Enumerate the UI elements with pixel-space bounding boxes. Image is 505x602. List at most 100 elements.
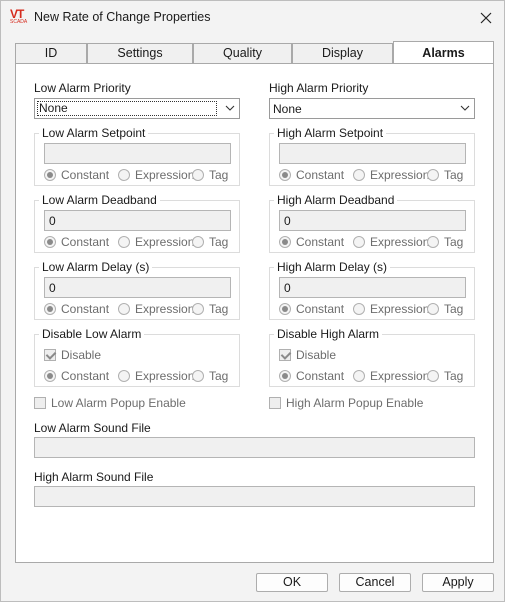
constant-radio[interactable] <box>44 370 56 382</box>
constant-radio-label: Constant <box>296 168 345 182</box>
high-alarm-setpoint-title: High Alarm Setpoint <box>274 126 387 140</box>
ok-button[interactable]: OK <box>256 573 328 592</box>
low-alarm-priority-select[interactable]: None <box>34 98 240 119</box>
constant-radio-label: Constant <box>61 235 110 249</box>
tag-radio-label: Tag <box>209 369 229 383</box>
disable-high-alarm-title: Disable High Alarm <box>274 327 383 341</box>
tab-display[interactable]: Display <box>292 43 393 64</box>
low-alarm-deadband-title: Low Alarm Deadband <box>39 193 160 207</box>
tag-radio[interactable] <box>427 303 439 315</box>
expression-radio[interactable] <box>118 236 130 248</box>
low-alarm-sound-file-label: Low Alarm Sound File <box>34 421 151 435</box>
tab-strip: ID Settings Quality Display Alarms <box>15 41 494 64</box>
disable-low-alarm-source: Constant Expression Tag <box>44 369 234 384</box>
chevron-down-icon <box>460 105 470 111</box>
expression-radio[interactable] <box>353 169 365 181</box>
high-alarm-setpoint-group: High Alarm Setpoint Constant Expression … <box>269 126 475 186</box>
high-alarm-setpoint-source: Constant Expression Tag <box>279 168 469 183</box>
constant-radio[interactable] <box>279 236 291 248</box>
tag-radio-label: Tag <box>444 168 464 182</box>
high-alarm-deadband-input[interactable]: 0 <box>279 210 466 231</box>
tab-id[interactable]: ID <box>15 43 87 64</box>
disable-high-alarm-group: Disable High Alarm Disable Constant Expr… <box>269 327 475 387</box>
constant-radio[interactable] <box>279 169 291 181</box>
constant-radio-label: Constant <box>296 369 345 383</box>
disable-low-alarm-title: Disable Low Alarm <box>39 327 145 341</box>
expression-radio-label: Expression <box>370 168 430 182</box>
low-alarm-sound-file-input[interactable] <box>34 437 475 458</box>
expression-radio[interactable] <box>353 236 365 248</box>
high-alarm-delay-source: Constant Expression Tag <box>279 302 469 317</box>
expression-radio-label: Expression <box>135 235 195 249</box>
high-alarm-priority-label: High Alarm Priority <box>269 81 369 95</box>
tag-radio-label: Tag <box>209 302 229 316</box>
tab-settings[interactable]: Settings <box>87 43 193 64</box>
high-alarm-deadband-title: High Alarm Deadband <box>274 193 398 207</box>
expression-radio[interactable] <box>118 370 130 382</box>
close-button[interactable] <box>475 7 497 29</box>
low-alarm-deadband-input[interactable]: 0 <box>44 210 231 231</box>
alarms-panel: Low Alarm Priority None High Alarm Prior… <box>15 63 494 563</box>
tag-radio-label: Tag <box>444 235 464 249</box>
high-alarm-sound-file-input[interactable] <box>34 486 475 507</box>
low-alarm-delay-input[interactable]: 0 <box>44 277 231 298</box>
constant-radio[interactable] <box>44 303 56 315</box>
expression-radio-label: Expression <box>370 235 430 249</box>
high-alarm-popup-checkbox[interactable] <box>269 397 281 409</box>
high-alarm-deadband-group: High Alarm Deadband 0 Constant Expressio… <box>269 193 475 253</box>
high-alarm-setpoint-input[interactable] <box>279 143 466 164</box>
tag-radio-label: Tag <box>209 235 229 249</box>
expression-radio-label: Expression <box>135 168 195 182</box>
low-alarm-setpoint-title: Low Alarm Setpoint <box>39 126 149 140</box>
low-alarm-deadband-source: Constant Expression Tag <box>44 235 234 250</box>
cancel-button[interactable]: Cancel <box>339 573 411 592</box>
disable-high-alarm-source: Constant Expression Tag <box>279 369 469 384</box>
close-icon <box>480 12 492 24</box>
apply-button[interactable]: Apply <box>422 573 494 592</box>
window-title: New Rate of Change Properties <box>34 10 211 24</box>
disable-low-alarm-group: Disable Low Alarm Disable Constant Expre… <box>34 327 240 387</box>
tag-radio[interactable] <box>192 370 204 382</box>
low-alarm-priority-label: Low Alarm Priority <box>34 81 131 95</box>
disable-low-alarm-checkbox[interactable] <box>44 349 56 361</box>
constant-radio[interactable] <box>44 236 56 248</box>
tag-radio[interactable] <box>192 303 204 315</box>
expression-radio[interactable] <box>118 169 130 181</box>
tab-alarms[interactable]: Alarms <box>393 41 494 64</box>
tag-radio-label: Tag <box>209 168 229 182</box>
high-alarm-popup-label: High Alarm Popup Enable <box>286 396 424 410</box>
low-alarm-setpoint-input[interactable] <box>44 143 231 164</box>
disable-high-alarm-checkbox-label: Disable <box>296 348 337 362</box>
high-alarm-delay-input[interactable]: 0 <box>279 277 466 298</box>
title-bar[interactable]: VT SCADA New Rate of Change Properties <box>1 1 504 34</box>
constant-radio[interactable] <box>279 303 291 315</box>
low-alarm-deadband-group: Low Alarm Deadband 0 Constant Expression… <box>34 193 240 253</box>
high-alarm-sound-file-label: High Alarm Sound File <box>34 470 154 484</box>
properties-dialog: VT SCADA New Rate of Change Properties I… <box>0 0 505 602</box>
tag-radio[interactable] <box>192 169 204 181</box>
tab-quality[interactable]: Quality <box>193 43 292 64</box>
high-alarm-priority-select[interactable]: None <box>269 98 475 119</box>
high-alarm-delay-group: High Alarm Delay (s) 0 Constant Expressi… <box>269 260 475 320</box>
low-alarm-priority-value: None <box>37 101 217 116</box>
expression-radio-label: Expression <box>135 302 195 316</box>
tag-radio[interactable] <box>427 370 439 382</box>
high-alarm-deadband-source: Constant Expression Tag <box>279 235 469 250</box>
disable-high-alarm-checkbox[interactable] <box>279 349 291 361</box>
low-alarm-popup-label: Low Alarm Popup Enable <box>51 396 186 410</box>
constant-radio[interactable] <box>44 169 56 181</box>
low-alarm-popup-checkbox[interactable] <box>34 397 46 409</box>
disable-low-alarm-checkbox-label: Disable <box>61 348 102 362</box>
app-icon-subtext: SCADA <box>10 19 28 25</box>
expression-radio[interactable] <box>353 370 365 382</box>
tag-radio[interactable] <box>427 236 439 248</box>
chevron-down-icon <box>225 105 235 111</box>
constant-radio-label: Constant <box>61 369 110 383</box>
tag-radio[interactable] <box>427 169 439 181</box>
expression-radio[interactable] <box>118 303 130 315</box>
tag-radio[interactable] <box>192 236 204 248</box>
constant-radio-label: Constant <box>296 302 345 316</box>
expression-radio[interactable] <box>353 303 365 315</box>
low-alarm-delay-title: Low Alarm Delay (s) <box>39 260 153 274</box>
constant-radio[interactable] <box>279 370 291 382</box>
